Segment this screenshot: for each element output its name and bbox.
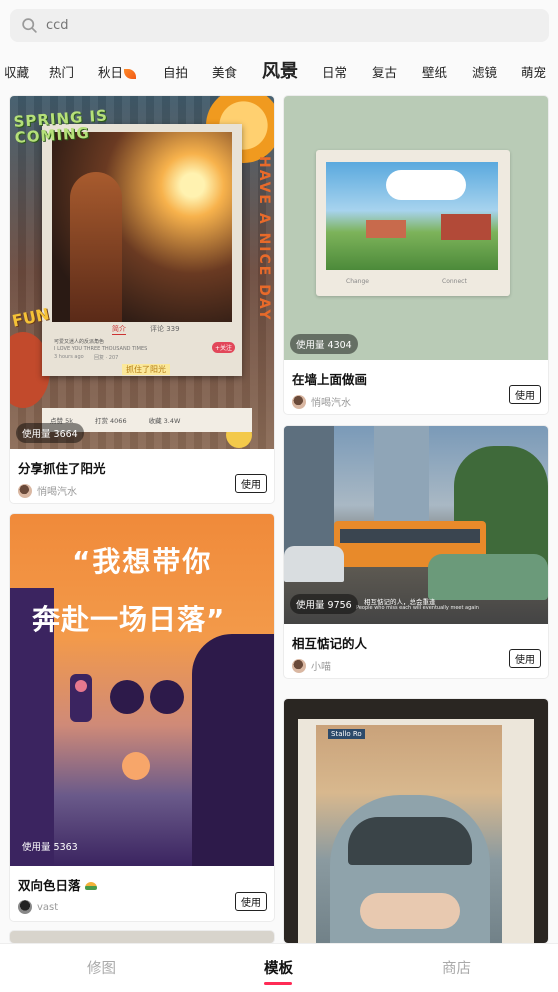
author-name: 悄喝汽水 — [37, 487, 77, 498]
traffic-light-bar — [110, 680, 190, 716]
nav-store[interactable]: 商店 — [442, 957, 471, 978]
card-title: 双向色日落 — [18, 875, 266, 894]
usage-badge: 使用量 3664 — [16, 423, 84, 443]
nav-edit-photo[interactable]: 修图 — [87, 957, 116, 978]
profile-tab-a: 简介 — [112, 325, 126, 335]
card-title: 分享抓住了阳光 — [18, 461, 106, 476]
sunlight-chip: 抓住了阳光 — [122, 364, 170, 375]
author-name: 小喵 — [311, 662, 331, 673]
search-icon — [22, 18, 37, 33]
author-row[interactable]: vast — [18, 900, 266, 914]
tab-food[interactable]: 美食 — [212, 62, 237, 81]
paper-frame: Change Connect — [316, 150, 510, 296]
usage-badge: 使用量 9756 — [290, 594, 358, 614]
car — [428, 554, 548, 600]
card-title: 相互惦记的人 — [292, 636, 368, 651]
author-name: vast — [37, 901, 59, 913]
profile-line-4: 回复 · 207 — [94, 355, 119, 361]
nav-templates[interactable]: 模板 — [264, 957, 293, 978]
traffic-light — [70, 674, 92, 722]
sunset-emoji-icon — [84, 882, 97, 890]
avatar — [292, 658, 306, 673]
card-title-text: 双向色日落 — [18, 878, 81, 893]
calligraphy-line-2: 奔赴一场日落” — [32, 603, 226, 636]
template-card-partial[interactable] — [10, 931, 274, 943]
category-tabs: 収藏 热门 秋日 自拍 美食 风景 日常 复古 壁纸 滤镜 萌宠 — [0, 52, 558, 88]
use-button[interactable]: 使用 — [235, 474, 267, 493]
setting-sun — [122, 752, 150, 780]
template-thumbnail: 相互惦记的人，总会重逢 People who miss each will ev… — [284, 426, 548, 624]
template-card[interactable]: “我想带你 奔赴一场日落” 使用量 5363 双向色日落 vast 使用 — [10, 514, 274, 921]
usage-badge: 使用量 5363 — [22, 842, 78, 853]
author-name: 悄喝汽水 — [311, 398, 351, 409]
tab-favorites[interactable]: 収藏 — [4, 62, 29, 81]
collects-count: 收藏 3.4W — [148, 417, 181, 425]
painting-caption-right: Connect — [442, 278, 467, 285]
card-title: 在墙上面做画 — [292, 372, 368, 387]
active-tab-indicator — [264, 982, 292, 985]
bottom-nav: 修图 模板 商店 — [0, 943, 558, 992]
tab-autumn-label: 秋日 — [98, 65, 124, 80]
use-button[interactable]: 使用 — [235, 892, 267, 911]
photo-subcaption: People who miss each will eventually mee… — [356, 605, 479, 611]
vintage-car-photo: Stallo Ro — [316, 725, 502, 943]
tab-selfie[interactable]: 自拍 — [163, 62, 188, 81]
landscape-painting — [326, 162, 498, 270]
photo-frame: 简介 评论 339 +关注 可爱又迷人的反派角色 I LOVE YOU THRE… — [42, 124, 242, 376]
profile-line-1: 可爱又迷人的反派角色 — [54, 339, 105, 345]
search-input[interactable] — [46, 18, 526, 33]
use-button[interactable]: 使用 — [509, 649, 541, 668]
tab-wallpaper[interactable]: 壁纸 — [422, 62, 447, 81]
tab-hot[interactable]: 热门 — [49, 62, 74, 81]
tab-pets[interactable]: 萌宠 — [521, 62, 546, 81]
use-button[interactable]: 使用 — [509, 385, 541, 404]
template-card[interactable]: Stallo Ro — [284, 699, 548, 943]
tab-autumn[interactable]: 秋日 — [98, 62, 137, 81]
tree-silhouette — [192, 634, 274, 866]
views-count: 打赏 4066 — [94, 417, 127, 425]
leaf-icon — [124, 68, 137, 79]
template-thumbnail: Change Connect 使用量 4304 — [284, 96, 548, 360]
template-card[interactable]: 简介 评论 339 +关注 可爱又迷人的反派角色 I LOVE YOU THRE… — [10, 96, 274, 503]
template-card[interactable]: Change Connect 使用量 4304 在墙上面做画 悄喝汽水 使用 — [284, 96, 548, 414]
calligraphy-line-1: “我想带你 — [72, 545, 213, 578]
author-row[interactable]: 悄喝汽水 — [18, 483, 266, 498]
search-bar[interactable] — [10, 9, 549, 42]
side-slogan: HAVE A NICE DAY — [256, 156, 272, 322]
avatar — [18, 900, 32, 914]
street-sign: Stallo Ro — [328, 729, 365, 739]
avatar — [292, 394, 306, 409]
template-thumbnail: Stallo Ro — [284, 699, 548, 943]
template-card[interactable]: 相互惦记的人，总会重逢 People who miss each will ev… — [284, 426, 548, 678]
profile-tab-b: 评论 339 — [150, 325, 180, 333]
polaroid-frame: Stallo Ro — [298, 719, 534, 943]
profile-line-3: 3 hours ago — [54, 354, 84, 360]
tab-retro[interactable]: 复古 — [372, 62, 397, 81]
profile-line-2: I LOVE YOU THREE THOUSAND TIMES — [54, 346, 148, 352]
follow-chip: +关注 — [212, 342, 236, 353]
tab-scenery[interactable]: 风景 — [262, 57, 298, 83]
template-thumbnail: “我想带你 奔赴一场日落” 使用量 5363 — [10, 514, 274, 866]
template-thumbnail: 简介 评论 339 +关注 可爱又迷人的反派角色 I LOVE YOU THRE… — [10, 96, 274, 449]
tab-daily[interactable]: 日常 — [322, 62, 347, 81]
usage-badge: 使用量 4304 — [290, 334, 358, 354]
author-row[interactable]: 悄喝汽水 — [292, 394, 540, 409]
tab-filter[interactable]: 滤镜 — [472, 62, 497, 81]
car-body — [330, 795, 490, 943]
sunlight-photo — [52, 132, 232, 322]
avatar — [18, 483, 32, 498]
painting-caption-left: Change — [346, 278, 369, 285]
author-row[interactable]: 小喵 — [292, 658, 540, 673]
